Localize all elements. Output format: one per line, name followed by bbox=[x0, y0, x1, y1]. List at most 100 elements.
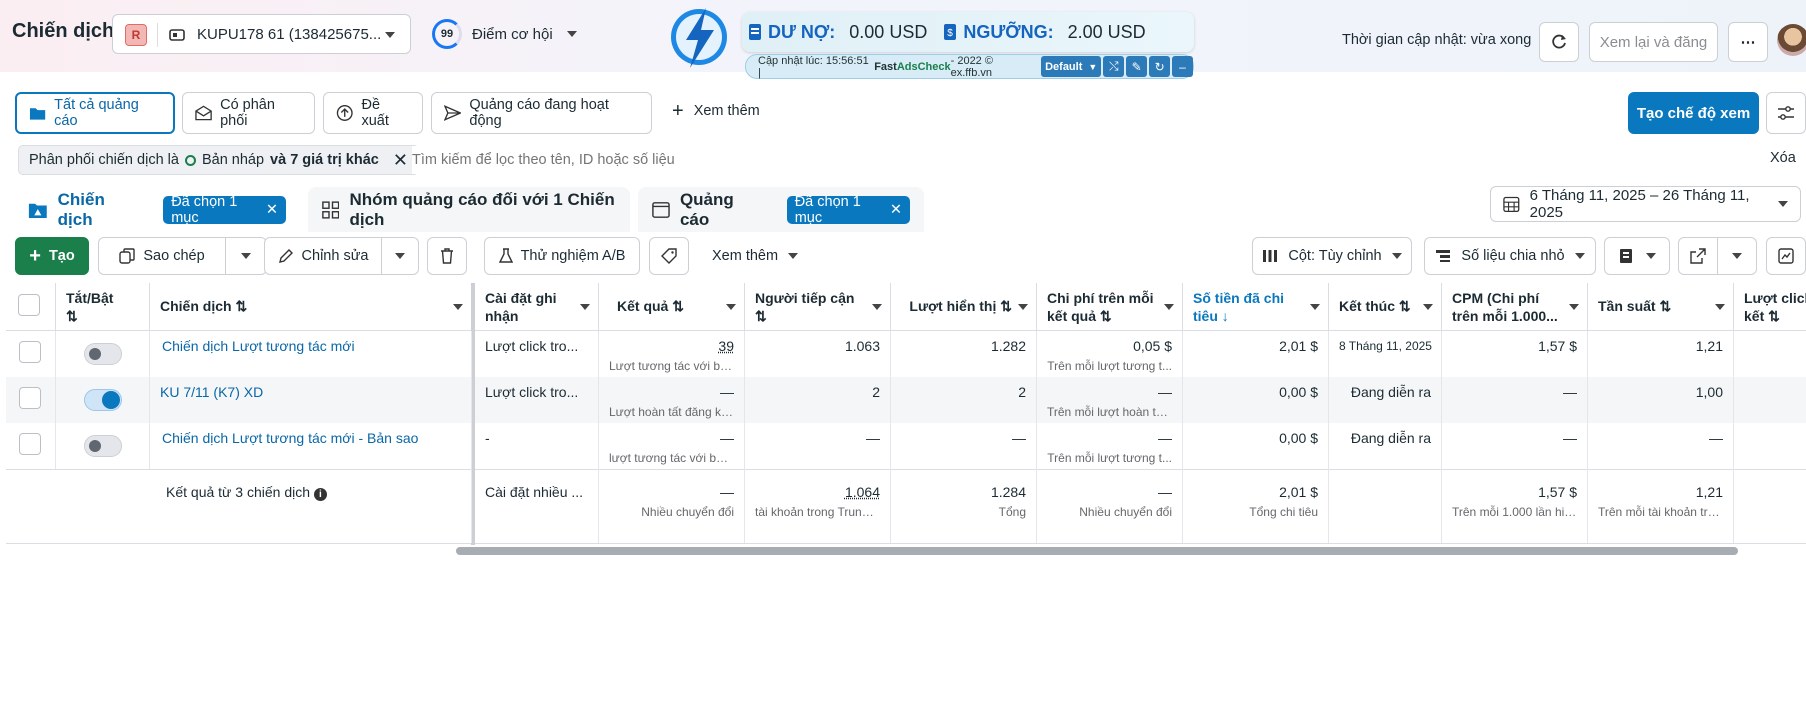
refresh-button[interactable] bbox=[1539, 22, 1579, 62]
results-cell: — lượt tương tác với bài... bbox=[599, 423, 745, 469]
close-icon[interactable]: ✕ bbox=[393, 150, 408, 171]
create-button[interactable]: + Tạo bbox=[15, 237, 89, 275]
col-end[interactable]: Kết thúc ⇅ bbox=[1329, 283, 1442, 331]
results-cell: — Lượt hoàn tất đăng ký... bbox=[599, 377, 745, 423]
columns-button[interactable]: Cột: Tùy chỉnh bbox=[1252, 237, 1412, 275]
opportunity-label: Điểm cơ hội bbox=[472, 25, 553, 43]
col-link-clicks[interactable]: Lượt click liên kết ⇅ bbox=[1734, 283, 1806, 331]
col-impressions[interactable]: Lượt hiển thị ⇅ bbox=[891, 283, 1037, 331]
chevron-down-icon bbox=[1018, 304, 1028, 310]
ab-test-label: Thử nghiệm A/B bbox=[520, 248, 626, 264]
col-amount-spent[interactable]: Số tiền đã chi tiêu ↓ bbox=[1183, 283, 1329, 331]
threshold-value: 2.00 USD bbox=[1067, 21, 1146, 42]
col-cost-per-result[interactable]: Chi phí trên mỗi kết quả ⇅ bbox=[1037, 283, 1183, 331]
search-input[interactable] bbox=[412, 146, 1712, 174]
fast-label: Fast bbox=[874, 60, 897, 73]
attribution-value: Lượt click tro... bbox=[475, 377, 599, 423]
results-value[interactable]: 39 bbox=[718, 338, 734, 354]
svg-text:$: $ bbox=[948, 28, 954, 39]
campaigns-selected-pill[interactable]: Đã chọn 1 mục ✕ bbox=[163, 193, 287, 226]
tab-campaigns[interactable]: Chiến dịch Đã chọn 1 mục ✕ bbox=[14, 187, 300, 232]
duplicate-dropdown[interactable] bbox=[225, 237, 267, 275]
toggle-cell bbox=[56, 377, 150, 423]
minimize-icon[interactable]: – bbox=[1172, 56, 1193, 77]
horizontal-scrollbar[interactable] bbox=[456, 547, 1738, 555]
edit-dropdown[interactable] bbox=[381, 237, 419, 275]
edit-icon[interactable]: ✎ bbox=[1126, 56, 1148, 77]
create-view-button[interactable]: Tạo chế độ xem bbox=[1628, 92, 1759, 134]
avatar[interactable] bbox=[1777, 24, 1806, 56]
view-settings-button[interactable] bbox=[1766, 92, 1806, 134]
tab-suggest[interactable]: Đề xuất bbox=[323, 92, 423, 134]
tab-more-button[interactable]: + Xem thêm bbox=[672, 101, 760, 121]
col-toggle[interactable]: Tắt/Bật ⇅ bbox=[56, 283, 150, 331]
ads-selected-pill[interactable]: Đã chọn 1 mục ✕ bbox=[786, 194, 910, 226]
campaigns-selected-label: Đã chọn 1 mục bbox=[171, 193, 238, 226]
tab-delivery[interactable]: Có phân phối bbox=[182, 92, 315, 134]
tag-button[interactable] bbox=[649, 237, 689, 275]
delete-button[interactable] bbox=[427, 237, 467, 275]
row-checkbox[interactable] bbox=[19, 387, 41, 409]
col-end-label: Kết thúc bbox=[1339, 298, 1395, 314]
dollar-doc-icon: $ bbox=[944, 24, 957, 40]
summary-impressions: 1.284 bbox=[990, 484, 1026, 500]
chevron-down-icon: ▼ bbox=[1088, 61, 1098, 72]
debt-label: DƯ NỢ: bbox=[768, 21, 836, 42]
export-button[interactable] bbox=[1678, 237, 1718, 275]
info-icon[interactable]: i bbox=[313, 488, 327, 501]
row-checkbox[interactable] bbox=[19, 341, 41, 363]
account-selector[interactable]: R KUPU178 61 (138425675... bbox=[112, 14, 411, 54]
chevron-down-icon bbox=[1574, 253, 1585, 259]
toolbar-more-button[interactable]: Xem thêm bbox=[712, 248, 799, 264]
invoice-icon bbox=[749, 24, 761, 40]
refresh-icon[interactable]: ↻ bbox=[1149, 56, 1171, 77]
account-name: KUPU178 61 (138425675... bbox=[197, 26, 382, 43]
campaign-name-link[interactable]: Chiến dịch Lượt tương tác mới - Bản sao bbox=[150, 423, 472, 469]
select-all-header[interactable] bbox=[6, 283, 56, 331]
export-dropdown[interactable] bbox=[1717, 237, 1757, 275]
review-publish-button[interactable]: Xem lại và đăng bbox=[1589, 22, 1718, 62]
summary-spent-sub: Tổng chi tiêu bbox=[1249, 505, 1318, 519]
row-checkbox[interactable] bbox=[19, 433, 41, 455]
select-all-checkbox[interactable] bbox=[18, 294, 40, 316]
col-results[interactable]: Kết quả ⇅ bbox=[599, 283, 745, 331]
col-frequency[interactable]: Tần suất ⇅ bbox=[1588, 283, 1734, 331]
tab-adsets-label: Nhóm quảng cáo đối với 1 Chiến dịch bbox=[349, 189, 615, 229]
breakdown-button[interactable]: Số liệu chia nhỏ bbox=[1424, 237, 1596, 275]
summary-label: Kết quả từ 3 chiến dịch bbox=[166, 484, 311, 500]
campaign-toggle-off[interactable] bbox=[84, 435, 122, 457]
charts-button[interactable] bbox=[1766, 237, 1806, 275]
campaign-name-link[interactable]: Chiến dịch Lượt tương tác mới bbox=[150, 331, 472, 377]
duplicate-button[interactable]: Sao chép bbox=[98, 237, 226, 275]
results-value: — bbox=[720, 384, 734, 400]
tab-ads[interactable]: Quảng cáo Đã chọn 1 mục ✕ bbox=[638, 187, 924, 232]
summary-reach[interactable]: 1.064 bbox=[845, 484, 880, 500]
breakdown-icon bbox=[1436, 250, 1451, 262]
clear-filters-button[interactable]: Xóa bbox=[1770, 150, 1796, 166]
more-options-button[interactable]: ⋯ bbox=[1728, 22, 1768, 62]
filter-chip-value: Bản nháp bbox=[201, 152, 265, 168]
tab-adsets[interactable]: Nhóm quảng cáo đối với 1 Chiến dịch bbox=[308, 187, 630, 232]
col-campaign[interactable]: Chiến dịch ⇅ bbox=[150, 283, 472, 331]
close-icon[interactable]: ✕ bbox=[266, 202, 278, 218]
shuffle-icon[interactable]: ⤭ bbox=[1103, 56, 1125, 77]
col-attribution[interactable]: Cài đặt ghi nhận bbox=[475, 283, 599, 331]
col-reach[interactable]: Người tiếp cận ⇅ bbox=[745, 283, 891, 331]
opportunity-score-button[interactable]: 99 Điểm cơ hội bbox=[432, 18, 577, 50]
campaign-toggle-off[interactable] bbox=[84, 343, 122, 365]
impressions-value: 1.282 bbox=[891, 331, 1037, 377]
date-range-picker[interactable]: 6 Tháng 11, 2025 – 26 Tháng 11, 2025 bbox=[1490, 186, 1801, 222]
profile-select[interactable]: Default ▼ bbox=[1041, 56, 1102, 77]
reports-button[interactable] bbox=[1604, 237, 1670, 275]
ab-test-button[interactable]: Thử nghiệm A/B bbox=[484, 237, 640, 275]
date-range-label: 6 Tháng 11, 2025 – 26 Tháng 11, 2025 bbox=[1529, 187, 1750, 221]
filter-chip[interactable]: Phân phối chiến dịch là Bản nháp và 7 gi… bbox=[18, 145, 419, 175]
campaign-toggle-on[interactable] bbox=[84, 389, 122, 411]
tab-all-ads[interactable]: Tất cả quảng cáo bbox=[15, 92, 175, 134]
campaign-name-link[interactable]: KU 7/11 (K7) XD bbox=[150, 377, 472, 423]
chevron-down-icon bbox=[1423, 304, 1433, 310]
col-cpm[interactable]: CPM (Chi phí trên mỗi 1.000... bbox=[1442, 283, 1588, 331]
close-icon[interactable]: ✕ bbox=[890, 202, 902, 218]
edit-button[interactable]: Chỉnh sửa bbox=[264, 237, 382, 275]
tab-active-ads[interactable]: Quảng cáo đang hoạt động bbox=[431, 92, 652, 134]
